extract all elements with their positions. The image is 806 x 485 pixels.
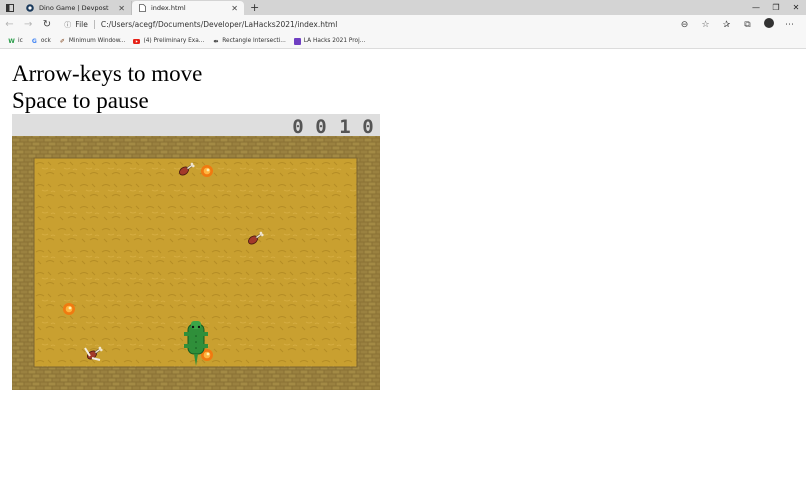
bookmark-item[interactable]: W ic: [8, 38, 23, 45]
score-digit: 0: [362, 116, 373, 138]
address-toolbar: ← → ↻ ⓘ File C:/Users/acegf/Documents/De…: [0, 15, 806, 34]
tab-actions-icon: [6, 3, 14, 12]
bookmark-item[interactable]: (4) Preliminary Exa...: [133, 38, 204, 45]
collections-icon[interactable]: ⧉: [737, 20, 758, 30]
score-digit: 0: [315, 116, 326, 138]
bookmark-item[interactable]: LA Hacks 2021 Proj...: [293, 37, 366, 45]
bookmark-icon: ✐: [59, 37, 65, 45]
bookmark-item[interactable]: ⇴ Rectangle Intersecti...: [212, 38, 286, 45]
close-icon[interactable]: ✕: [118, 4, 125, 13]
scheme-label: File: [75, 20, 88, 29]
divider: [93, 20, 95, 29]
url-text: C:/Users/acegf/Documents/Developer/LaHac…: [100, 20, 338, 29]
score-digit: 0: [292, 116, 303, 138]
refresh-icon[interactable]: ↻: [38, 19, 57, 30]
tab-dino-game[interactable]: Dino Game | Devpost ✕: [20, 1, 132, 15]
purple-icon: [293, 37, 301, 45]
toolbar-actions: ⊖ ☆ ✰ ⧉ ⋯: [674, 18, 800, 31]
devpost-icon: [26, 4, 34, 12]
forward-icon[interactable]: →: [19, 19, 38, 30]
tab-title: index.html: [151, 4, 186, 12]
instruction-pause: Space to pause: [12, 88, 149, 113]
game-canvas[interactable]: 0 0 1 0: [12, 114, 380, 390]
restore-icon[interactable]: ❐: [766, 0, 786, 15]
bookmark-label: Rectangle Intersecti...: [222, 38, 286, 44]
bookmark-label: Minimum Window...: [68, 38, 126, 44]
bookmark-label: (4) Preliminary Exa...: [143, 38, 205, 44]
close-window-icon[interactable]: ✕: [786, 0, 806, 15]
read-aloud-icon[interactable]: ☆: [695, 20, 716, 30]
address-bar[interactable]: ⓘ File C:/Users/acegf/Documents/Develope…: [64, 17, 674, 32]
link-icon: ⇴: [213, 37, 219, 45]
fireball-icon: [201, 165, 213, 177]
wix-icon: W: [8, 37, 15, 45]
score-digit: 1: [339, 116, 350, 138]
instruction-move: Arrow-keys to move: [12, 61, 203, 86]
tab-index-html[interactable]: index.html ✕: [132, 1, 244, 15]
youtube-icon: [133, 38, 141, 45]
zoom-icon[interactable]: ⊖: [674, 20, 695, 30]
file-icon: [138, 4, 146, 12]
tab-strip: Dino Game | Devpost ✕ index.html ✕ + — ❐…: [0, 0, 806, 15]
bookmark-item[interactable]: ✐ Minimum Window...: [59, 38, 126, 45]
minimize-icon[interactable]: —: [746, 0, 766, 15]
window-controls: — ❐ ✕: [746, 0, 806, 15]
google-icon: G: [31, 37, 37, 45]
profile-avatar[interactable]: [758, 18, 779, 31]
close-icon[interactable]: ✕: [231, 4, 238, 13]
tab-title: Dino Game | Devpost: [39, 4, 109, 12]
info-icon[interactable]: ⓘ: [64, 20, 71, 30]
fireball-icon: [63, 303, 75, 315]
bookmark-label: ock: [40, 38, 51, 44]
bookmark-label: ic: [18, 38, 23, 44]
bookmark-item[interactable]: G ock: [31, 38, 51, 45]
tab-actions-button[interactable]: [0, 0, 20, 15]
favorites-icon[interactable]: ✰: [716, 20, 737, 30]
back-icon[interactable]: ←: [0, 19, 19, 30]
bookmark-label: LA Hacks 2021 Proj...: [303, 38, 366, 44]
more-icon[interactable]: ⋯: [779, 20, 800, 30]
new-tab-button[interactable]: +: [250, 0, 259, 15]
bookmarks-bar: W ic G ock ✐ Minimum Window... (4) Preli…: [0, 34, 806, 49]
